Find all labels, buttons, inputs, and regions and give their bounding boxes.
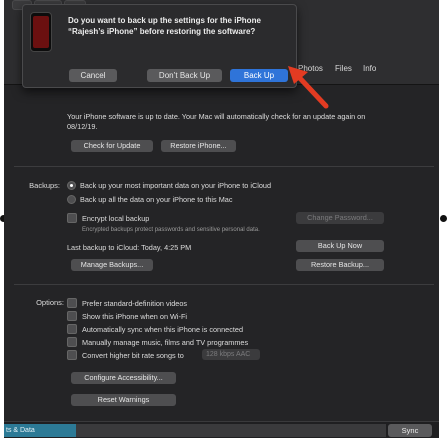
back-up-now-button[interactable]: Back Up Now [296,240,384,252]
backup-icloud-radio[interactable] [67,181,76,190]
tab-files[interactable]: Files [335,64,352,73]
divider [14,284,434,285]
reset-warnings-button[interactable]: Reset Warnings [71,394,176,406]
software-status-text: Your iPhone software is up to date. Your… [67,112,366,131]
option-checkbox-wifi[interactable] [67,311,77,321]
divider [14,166,434,167]
last-backup-text: Last backup to iCloud: Today, 4:25 PM [67,243,192,252]
back-up-button[interactable]: Back Up [230,69,288,82]
backup-confirm-dialog: Do you want to back up the settings for … [22,4,297,88]
encrypt-backup-checkbox[interactable] [67,213,77,223]
option-label-convert-bitrate[interactable]: Convert higher bit rate songs to [82,351,184,360]
option-label-wifi[interactable]: Show this iPhone when on Wi-Fi [82,312,187,321]
manage-backups-button[interactable]: Manage Backups... [71,259,153,271]
backups-section-label: Backups: [29,181,60,190]
check-for-update-button[interactable]: Check for Update [71,140,153,152]
window-resize-handle-right[interactable] [440,215,447,222]
restore-iphone-button[interactable]: Restore iPhone... [161,140,236,152]
configure-accessibility-button[interactable]: Configure Accessibility... [71,372,176,384]
cancel-button[interactable]: Cancel [69,69,117,82]
bitrate-select[interactable]: 128 kbps AAC [202,349,260,360]
option-label-sd-videos[interactable]: Prefer standard-definition videos [82,299,187,308]
sync-button[interactable]: Sync [388,424,432,437]
option-checkbox-sd-videos[interactable] [67,298,77,308]
option-label-manual-manage[interactable]: Manually manage music, films and TV prog… [82,338,248,347]
restore-backup-button[interactable]: Restore Backup... [296,259,384,271]
bottom-bar: ts & Data Sync [4,421,439,438]
option-checkbox-manual-manage[interactable] [67,337,77,347]
options-section-label: Options: [36,298,64,307]
encrypt-note: Encrypted backups protect passwords and … [82,227,260,233]
dialog-message: Do you want to back up the settings for … [68,16,261,36]
option-checkbox-auto-sync[interactable] [67,324,77,334]
option-checkbox-convert-bitrate[interactable] [67,350,77,360]
encrypt-backup-label[interactable]: Encrypt local backup [82,214,149,223]
backup-mac-label[interactable]: Back up all the data on your iPhone to t… [80,195,233,204]
change-password-button[interactable]: Change Password... [296,212,384,224]
storage-bar-segment: ts & Data [4,424,76,437]
red-arrow-icon [288,66,329,109]
storage-bar-free [76,424,386,437]
backup-icloud-label[interactable]: Back up your most important data on your… [80,181,271,190]
backup-mac-radio[interactable] [67,195,76,204]
finder-device-window: Photos Files Info Your iPhone software i… [4,0,439,438]
iphone-icon [30,12,52,52]
option-label-auto-sync[interactable]: Automatically sync when this iPhone is c… [82,325,243,334]
tab-info[interactable]: Info [363,64,376,73]
dont-back-up-button[interactable]: Don’t Back Up [147,69,222,82]
